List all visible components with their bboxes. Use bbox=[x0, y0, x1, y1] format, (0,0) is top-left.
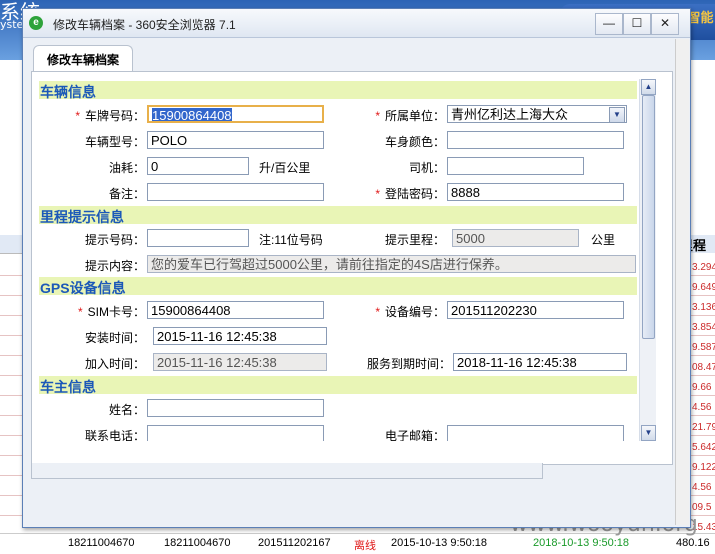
title-bar[interactable]: e 修改车辆档案 - 360安全浏览器 7.1 — ☐ ✕ bbox=[23, 9, 690, 38]
notify-content-input: 您的爱车已行驾超过5000公里，请前往指定的4S店进行保养。 bbox=[147, 255, 636, 273]
tab-edit-vehicle[interactable]: 修改车辆档案 bbox=[33, 45, 133, 72]
install-time-input[interactable]: 2015-11-16 12:45:38 bbox=[153, 327, 327, 345]
owner-email-input[interactable] bbox=[447, 425, 624, 441]
fuel-input[interactable]: 0 bbox=[147, 157, 249, 175]
sim-input[interactable]: 15900864408 bbox=[147, 301, 324, 319]
window-title: 修改车辆档案 - 360安全浏览器 7.1 bbox=[53, 18, 236, 32]
panel-footer bbox=[31, 463, 543, 479]
remark-label: 备注： bbox=[108, 187, 145, 201]
scroll-thumb[interactable] bbox=[642, 95, 655, 339]
cell-status: 离线 bbox=[354, 540, 376, 552]
background-row-value: 9.649 bbox=[692, 282, 715, 293]
minimize-button[interactable]: — bbox=[595, 13, 623, 35]
notify-mileage-input: 5000 bbox=[452, 229, 579, 247]
background-row-value: 3.854 bbox=[692, 322, 715, 333]
maximize-button[interactable]: ☐ bbox=[623, 13, 651, 35]
section-title: GPS设备信息 bbox=[40, 280, 126, 296]
owner-phone-input[interactable] bbox=[147, 425, 324, 441]
browser-dialog: e 修改车辆档案 - 360安全浏览器 7.1 — ☐ ✕ 修改车辆档案 车辆信… bbox=[22, 8, 691, 528]
password-input[interactable]: 8888 bbox=[447, 183, 624, 201]
scroll-up-icon[interactable]: ▲ bbox=[641, 79, 656, 95]
section-owner-header: 车主信息 bbox=[39, 376, 637, 395]
tab-bar: 修改车辆档案 bbox=[29, 43, 679, 72]
section-mileage-header: 里程提示信息 bbox=[39, 206, 637, 225]
background-row-value: 3.294 bbox=[692, 262, 715, 273]
expire-time-label: 服务到期时间： bbox=[366, 357, 451, 371]
browser-logo-icon: e bbox=[29, 16, 43, 30]
background-row-value: 21.79 bbox=[692, 422, 715, 433]
background-row-value: 4.56 bbox=[692, 402, 712, 413]
cell-mileage: 480.16 bbox=[676, 537, 710, 549]
window-scrollbar[interactable] bbox=[675, 39, 689, 525]
cell-plate: 18211004670 bbox=[68, 537, 135, 549]
color-label: 车身颜色： bbox=[384, 135, 445, 149]
background-row-value: 3.136 bbox=[692, 302, 715, 313]
required-mark: * bbox=[75, 109, 80, 123]
owner-name-input[interactable] bbox=[147, 399, 324, 417]
section-gps-header: GPS设备信息 bbox=[39, 277, 637, 296]
scroll-down-icon[interactable]: ▼ bbox=[641, 425, 656, 441]
background-row-value: 9.122 bbox=[692, 462, 715, 473]
driver-input[interactable] bbox=[447, 157, 584, 175]
background-row-value: 4.56 bbox=[692, 482, 712, 493]
fuel-unit: 升/百公里 bbox=[259, 161, 311, 175]
notify-content-label: 提示内容： bbox=[84, 259, 145, 273]
background-row-value: 5.642 bbox=[692, 442, 715, 453]
section-title: 车辆信息 bbox=[40, 84, 96, 100]
required-mark: * bbox=[77, 305, 83, 319]
join-time-label: 加入时间： bbox=[84, 357, 145, 371]
notify-phone-label: 提示号码： bbox=[84, 233, 145, 247]
required-mark: * bbox=[375, 109, 380, 123]
device-label: * 设备编号： bbox=[375, 305, 445, 319]
sim-label: * SIM卡号： bbox=[77, 305, 145, 319]
form-scroll-area[interactable]: 车辆信息 * 车牌号码： 15900864408 * 所属单位： 青州亿利达上海大众… bbox=[39, 79, 639, 441]
unit-select[interactable]: 青州亿利达上海大众 ▼ bbox=[447, 105, 627, 123]
background-row-value: 9.66 bbox=[692, 382, 712, 393]
plate-input[interactable]: 15900864408 bbox=[147, 105, 324, 123]
cell-device: 201511202167 bbox=[258, 537, 331, 549]
cell-expire: 2018-10-13 9:50:18 bbox=[533, 537, 630, 549]
owner-name-label: 姓名： bbox=[108, 403, 145, 417]
color-input[interactable] bbox=[447, 131, 624, 149]
model-input[interactable]: POLO bbox=[147, 131, 324, 149]
device-input[interactable]: 201511202230 bbox=[447, 301, 624, 319]
background-row-value: 08.47 bbox=[692, 362, 715, 373]
required-mark: * bbox=[375, 187, 380, 201]
fuel-label: 油耗： bbox=[108, 161, 145, 175]
owner-phone-label: 联系电话： bbox=[84, 429, 145, 441]
section-vehicle-header: 车辆信息 bbox=[39, 81, 637, 100]
section-title: 里程提示信息 bbox=[40, 209, 124, 225]
required-mark: * bbox=[375, 305, 380, 319]
notify-phone-input[interactable] bbox=[147, 229, 249, 247]
remark-input[interactable] bbox=[147, 183, 324, 201]
unit-label: * 所属单位： bbox=[375, 109, 445, 123]
plate-label: * 车牌号码： bbox=[75, 109, 145, 123]
join-time-input: 2015-11-16 12:45:38 bbox=[153, 353, 327, 371]
background-row-value: 9.587 bbox=[692, 342, 715, 353]
form-scrollbar[interactable]: ▲ ▼ bbox=[639, 79, 656, 441]
notify-mileage-label: 提示里程： bbox=[384, 233, 445, 247]
model-label: 车辆型号： bbox=[84, 135, 145, 149]
notify-phone-note: 注:11位号码 bbox=[259, 233, 323, 247]
cell-time: 2015-10-13 9:50:18 bbox=[391, 537, 488, 549]
password-label: * 登陆密码： bbox=[375, 187, 445, 201]
expire-time-input[interactable]: 2018-11-16 12:45:38 bbox=[453, 353, 627, 371]
chevron-down-icon[interactable]: ▼ bbox=[609, 107, 625, 122]
section-title: 车主信息 bbox=[40, 379, 96, 395]
notify-mileage-unit: 公里 bbox=[591, 233, 616, 247]
cell-sim: 18211004670 bbox=[164, 537, 231, 549]
driver-label: 司机： bbox=[408, 161, 445, 175]
close-button[interactable]: ✕ bbox=[651, 13, 679, 35]
owner-email-label: 电子邮箱： bbox=[384, 429, 445, 441]
install-time-label: 安装时间： bbox=[84, 331, 145, 345]
